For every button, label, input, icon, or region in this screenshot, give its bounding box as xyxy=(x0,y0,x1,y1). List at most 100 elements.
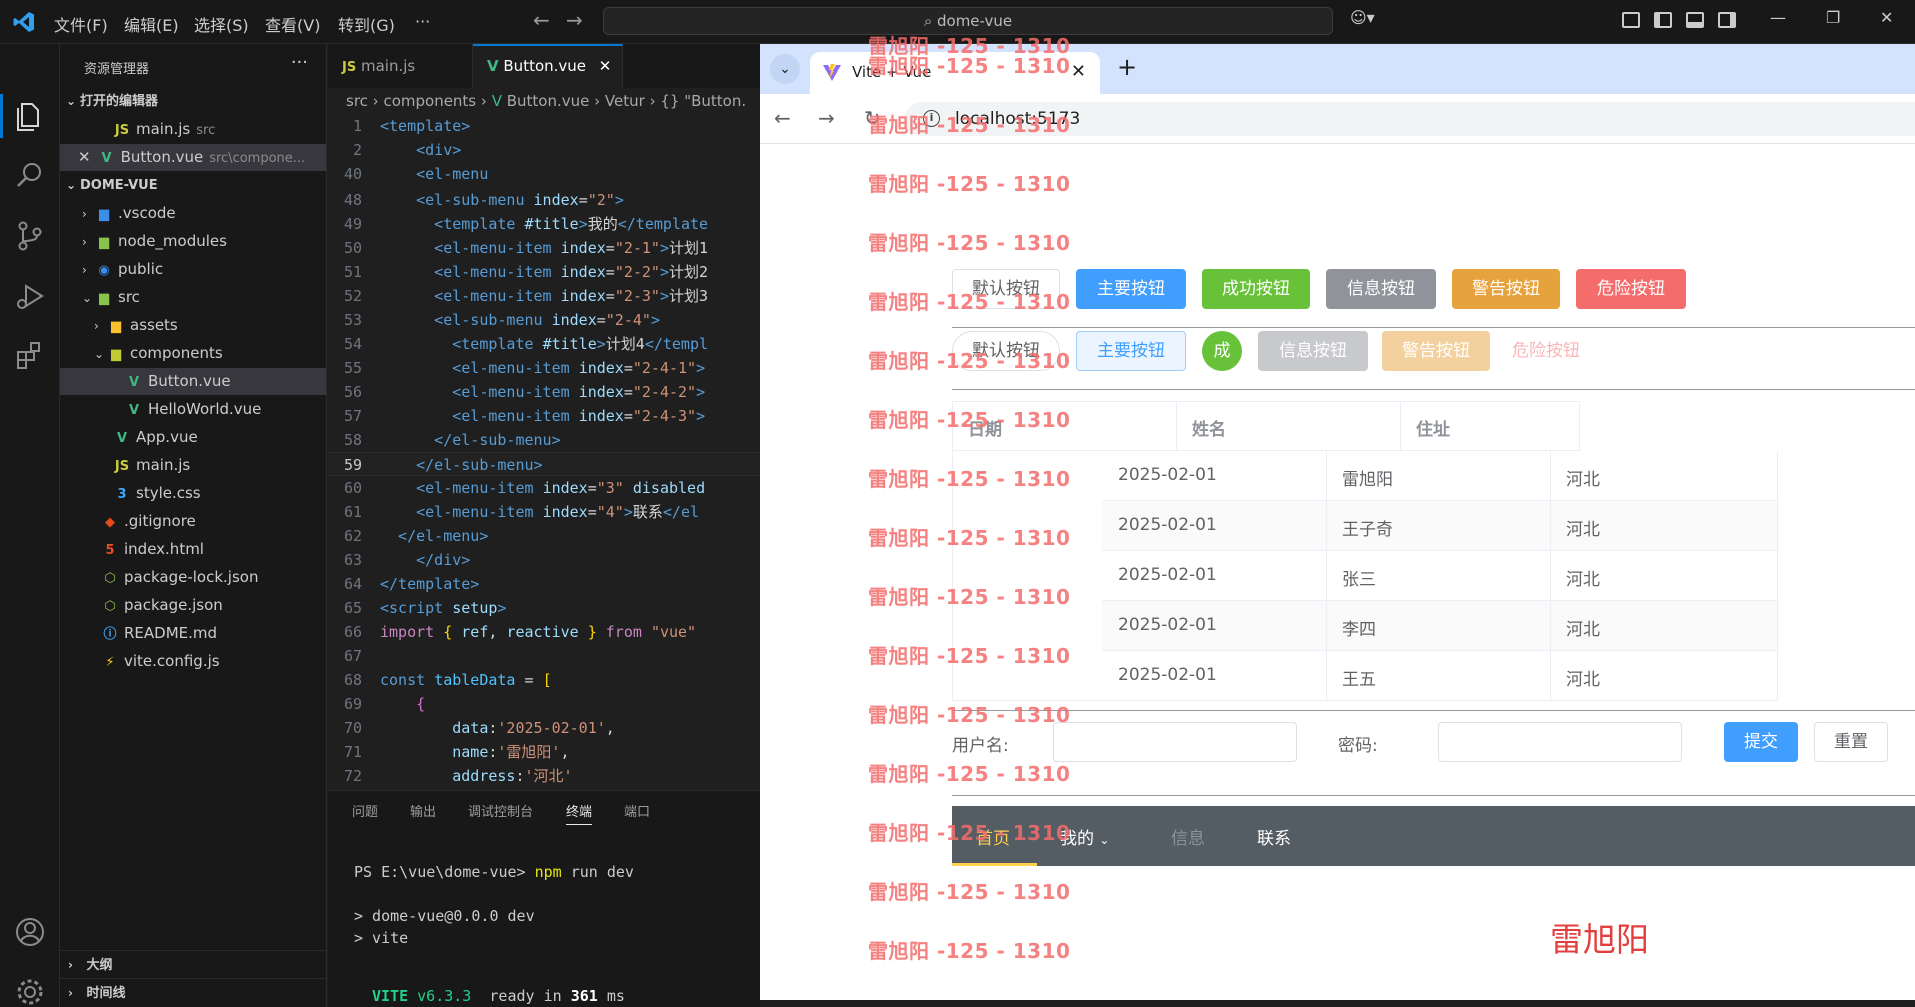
settings-gear-icon[interactable] xyxy=(12,974,48,1007)
tree-item-package-json[interactable]: ⬡ package.json xyxy=(60,592,326,619)
danger-button[interactable]: 危险按钮 xyxy=(1576,269,1686,309)
tab-terminal[interactable]: 终端 xyxy=(566,801,593,825)
menu-file[interactable]: 文件(F) xyxy=(54,12,108,36)
watermark-text: 雷旭阳 -125 - 1310 xyxy=(868,939,1071,963)
column-header-name[interactable]: 姓名 xyxy=(1192,415,1226,440)
close-icon[interactable]: ✕ xyxy=(599,57,612,75)
tree-item-index-html[interactable]: 5 index.html xyxy=(60,536,326,563)
tree-item-gitignore[interactable]: ◆ .gitignore xyxy=(60,508,326,535)
toggle-secondary-sidebar-icon[interactable] xyxy=(1718,12,1736,28)
warning-button[interactable]: 警告按钮 xyxy=(1452,269,1560,309)
success-button[interactable]: 成功按钮 xyxy=(1202,269,1310,309)
tree-item-app-vue[interactable]: V App.vue xyxy=(60,424,326,451)
tree-item-package-lock[interactable]: ⬡ package-lock.json xyxy=(60,564,326,591)
nav-back-icon[interactable]: ← xyxy=(533,8,550,32)
tab-output[interactable]: 输出 xyxy=(410,801,436,820)
line-number: 63 xyxy=(343,551,362,569)
timeline-section[interactable]: › 时间线 xyxy=(60,978,326,1006)
open-editors-section[interactable]: ⌄ 打开的编辑器 xyxy=(60,88,326,115)
toggle-sidebar-icon[interactable] xyxy=(1654,12,1672,28)
tab-problems[interactable]: 问题 xyxy=(352,801,378,820)
account-icon[interactable] xyxy=(12,914,48,950)
breadcrumb-item[interactable]: {} "Button. xyxy=(660,92,746,110)
line-number: 70 xyxy=(343,719,362,737)
source-control-icon[interactable] xyxy=(12,218,48,254)
tree-item-node-modules[interactable]: › ▆ node_modules xyxy=(60,228,326,255)
menu-item-contact[interactable]: 联系 xyxy=(1257,824,1291,849)
open-editor-item[interactable]: ✕ V Button.vue src\compone... xyxy=(60,144,326,171)
explorer-more-icon[interactable]: ··· xyxy=(291,52,308,73)
outline-section[interactable]: › 大纲 xyxy=(60,950,326,978)
line-number: 65 xyxy=(343,599,362,617)
project-section[interactable]: ⌄ DOME-VUE xyxy=(60,172,326,199)
tree-item-src[interactable]: ⌄ ▆ src xyxy=(60,284,326,311)
toggle-panel-icon[interactable] xyxy=(1686,12,1704,28)
text-danger-button[interactable]: 危险按钮 xyxy=(1506,331,1586,371)
restore-icon[interactable]: ❐ xyxy=(1826,8,1840,27)
cell-name: 李四 xyxy=(1342,620,1376,640)
menu-more[interactable]: ··· xyxy=(415,12,430,31)
tree-item-vite-config[interactable]: ⚡ vite.config.js xyxy=(60,648,326,675)
breadcrumb-item[interactable]: Button.vue xyxy=(507,92,590,110)
menu-edit[interactable]: 编辑(E) xyxy=(124,12,179,36)
browser-forward-icon[interactable]: → xyxy=(818,106,835,130)
tree-item-components[interactable]: ⌄ ▆ components xyxy=(60,340,326,367)
tree-item-button-vue[interactable]: V Button.vue xyxy=(60,368,326,395)
src-folder-icon: ▆ xyxy=(99,291,109,306)
tree-item-style-css[interactable]: 3 style.css xyxy=(60,480,326,507)
run-debug-icon[interactable] xyxy=(12,278,48,314)
search-icon[interactable] xyxy=(12,158,48,194)
breadcrumb-item[interactable]: components xyxy=(383,92,476,110)
breadcrumb-item[interactable]: src xyxy=(346,92,368,110)
chevron-right-icon: › xyxy=(94,319,99,333)
tab-main-js[interactable]: JS main.js xyxy=(328,44,473,88)
tab-debug-console[interactable]: 调试控制台 xyxy=(468,801,533,820)
watermark-text: 雷旭阳 -125 - 1310 xyxy=(868,644,1071,668)
plain-primary-button[interactable]: 主要按钮 xyxy=(1076,331,1186,371)
customize-layout-icon[interactable] xyxy=(1622,12,1640,28)
column-header-address[interactable]: 住址 xyxy=(1416,415,1450,440)
vue-file-icon: V xyxy=(128,403,140,418)
browser-back-icon[interactable]: ← xyxy=(774,106,791,130)
submit-button[interactable]: 提交 xyxy=(1724,722,1798,762)
menu-go[interactable]: 转到(G) xyxy=(338,12,395,36)
reset-button[interactable]: 重置 xyxy=(1814,722,1888,762)
new-tab-button[interactable]: + xyxy=(1117,53,1137,81)
primary-button[interactable]: 主要按钮 xyxy=(1076,269,1186,309)
username-input[interactable] xyxy=(1053,722,1297,762)
tree-item-label: HelloWorld.vue xyxy=(148,400,262,418)
tree-item-vscode[interactable]: › ▆ .vscode xyxy=(60,200,326,227)
close-tab-icon[interactable]: ✕ xyxy=(1071,61,1086,82)
close-window-icon[interactable]: ✕ xyxy=(1880,8,1893,27)
open-editor-item[interactable]: JS main.js src xyxy=(60,116,326,143)
nav-forward-icon[interactable]: → xyxy=(566,8,583,32)
extensions-icon[interactable] xyxy=(12,338,48,374)
tab-search-chevron-icon[interactable]: ⌄ xyxy=(770,54,800,84)
breadcrumb-item[interactable]: Vetur xyxy=(605,92,645,110)
line-number: 40 xyxy=(343,165,362,183)
code-line: 40 <el-menu xyxy=(328,162,760,186)
cell-address: 河北 xyxy=(1566,570,1600,590)
tab-ports[interactable]: 端口 xyxy=(624,801,650,820)
copilot-icon[interactable]: ☺▾ xyxy=(1350,8,1375,27)
tree-item-readme[interactable]: ⓘ README.md xyxy=(60,620,326,647)
line-number: 56 xyxy=(343,383,362,401)
explorer-icon[interactable] xyxy=(12,98,48,134)
tree-item-helloworld-vue[interactable]: V HelloWorld.vue xyxy=(60,396,326,423)
password-input[interactable] xyxy=(1438,722,1682,762)
tab-button-vue[interactable]: V Button.vue ✕ xyxy=(473,44,623,88)
close-icon[interactable]: ✕ xyxy=(78,148,91,166)
menu-selection[interactable]: 选择(S) xyxy=(194,12,249,36)
tree-item-assets[interactable]: › ▆ assets xyxy=(60,312,326,339)
tree-item-main-js[interactable]: JS main.js xyxy=(60,452,326,479)
menu-view[interactable]: 查看(V) xyxy=(265,12,320,36)
code-line: 62 </el-menu> xyxy=(328,524,760,548)
terminal-command-line[interactable]: PS E:\vue\dome-vue> npm run dev xyxy=(354,863,634,881)
info-button[interactable]: 信息按钮 xyxy=(1326,269,1436,309)
open-file-name: main.js xyxy=(136,120,191,138)
minimize-icon[interactable]: — xyxy=(1770,8,1786,27)
circle-success-button[interactable]: 成 xyxy=(1202,331,1242,371)
active-menu-underline xyxy=(952,863,1037,866)
cell-date: 2025-02-01 xyxy=(1118,465,1217,485)
tree-item-public[interactable]: › ◉ public xyxy=(60,256,326,283)
